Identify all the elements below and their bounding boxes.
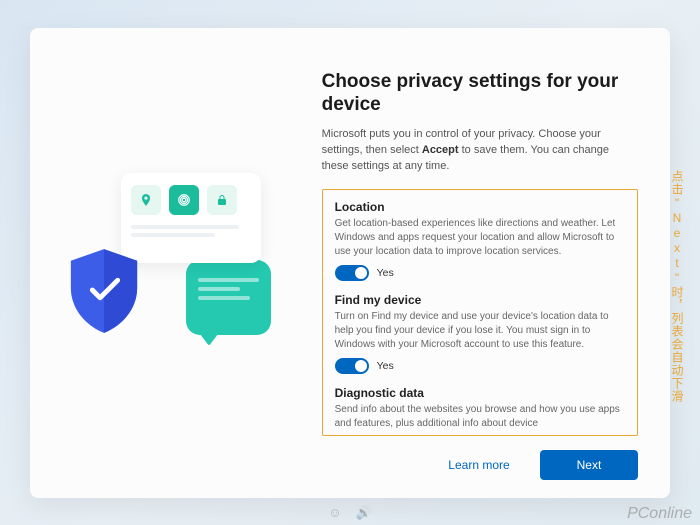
content-pane: Choose privacy settings for your device …: [312, 28, 670, 498]
setting-title: Find my device: [335, 293, 625, 307]
privacy-illustration: [71, 173, 271, 353]
location-toggle[interactable]: [335, 265, 369, 281]
setting-location: Location Get location-based experiences …: [335, 200, 625, 281]
illustration-pane: [30, 28, 312, 498]
setting-desc: Send info about the websites you browse …: [335, 403, 625, 431]
settings-scroll-area[interactable]: Location Get location-based experiences …: [322, 189, 638, 436]
taskbar-tray: ☺ 🔊: [328, 505, 371, 521]
fingerprint-icon: [169, 185, 199, 215]
setting-diagnostic-data: Diagnostic data Send info about the webs…: [335, 386, 625, 431]
subtitle-bold: Accept: [422, 144, 459, 156]
setting-desc: Turn on Find my device and use your devi…: [335, 310, 625, 352]
oobe-window: Choose privacy settings for your device …: [30, 28, 670, 498]
volume-icon[interactable]: 🔊: [356, 505, 372, 521]
lock-icon: [207, 185, 237, 215]
footer-buttons: Learn more Next: [322, 436, 638, 480]
setting-desc: Get location-based experiences like dire…: [335, 217, 625, 259]
toggle-label: Yes: [377, 267, 394, 279]
location-pin-icon: [131, 185, 161, 215]
find-device-toggle[interactable]: [335, 358, 369, 374]
accessibility-icon[interactable]: ☺: [328, 505, 341, 521]
setting-find-my-device: Find my device Turn on Find my device an…: [335, 293, 625, 374]
next-button[interactable]: Next: [540, 450, 638, 480]
page-subtitle: Microsoft puts you in control of your pr…: [322, 127, 638, 175]
shield-check-icon: [65, 247, 143, 335]
annotation-text: 点击"Next"时，列表会自动下滑: [670, 170, 684, 403]
setting-title: Diagnostic data: [335, 386, 625, 400]
toggle-label: Yes: [377, 360, 394, 372]
page-title: Choose privacy settings for your device: [322, 70, 638, 118]
chat-bubble-graphic: [186, 260, 271, 335]
watermark: PConline: [627, 505, 692, 523]
setting-title: Location: [335, 200, 625, 214]
learn-more-button[interactable]: Learn more: [430, 450, 528, 480]
